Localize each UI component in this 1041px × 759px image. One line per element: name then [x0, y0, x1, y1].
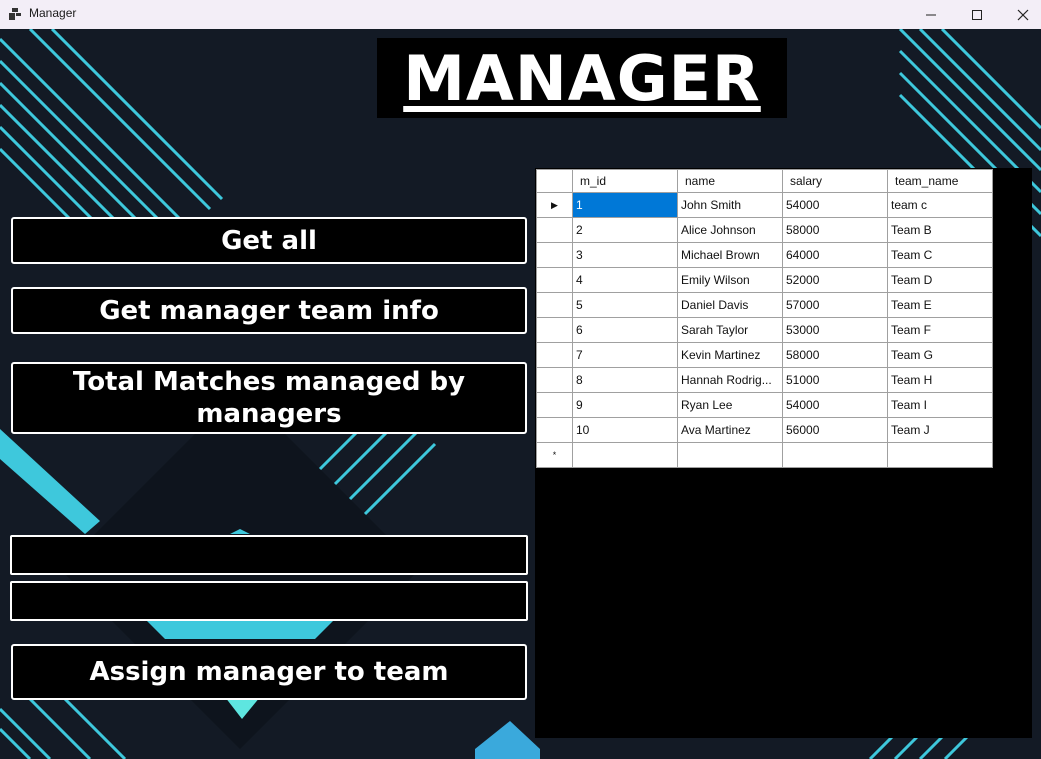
- grid-cell[interactable]: 58000: [782, 342, 888, 368]
- grid-cell[interactable]: 8: [572, 367, 678, 393]
- grid-cell[interactable]: 1: [572, 192, 678, 218]
- column-header-salary[interactable]: salary: [782, 169, 888, 193]
- title-bar: Manager: [0, 0, 1041, 29]
- maximize-icon: [972, 9, 982, 20]
- row-header[interactable]: [536, 342, 573, 368]
- grid-cell[interactable]: [572, 442, 678, 468]
- table-row[interactable]: 4 Emily Wilson 52000 Team D: [536, 267, 993, 293]
- grid-cell[interactable]: 3: [572, 242, 678, 268]
- row-header[interactable]: [536, 242, 573, 268]
- grid-cell[interactable]: 10: [572, 417, 678, 443]
- row-header[interactable]: [536, 392, 573, 418]
- manager-id-input[interactable]: [10, 535, 528, 575]
- table-row[interactable]: 5 Daniel Davis 57000 Team E: [536, 292, 993, 318]
- grid-cell[interactable]: Hannah Rodrig...: [677, 367, 783, 393]
- grid-cell[interactable]: 64000: [782, 242, 888, 268]
- grid-cell[interactable]: [677, 442, 783, 468]
- window-title: Manager: [29, 6, 77, 20]
- close-button[interactable]: [1000, 0, 1041, 29]
- grid-cell[interactable]: 53000: [782, 317, 888, 343]
- table-row[interactable]: ▶ 1 John Smith 54000 team c: [536, 192, 993, 218]
- grid-cell[interactable]: Team I: [887, 392, 993, 418]
- table-row[interactable]: 9 Ryan Lee 54000 Team I: [536, 392, 993, 418]
- grid-cell[interactable]: 5: [572, 292, 678, 318]
- grid-cell[interactable]: Team D: [887, 267, 993, 293]
- table-row[interactable]: 7 Kevin Martinez 58000 Team G: [536, 342, 993, 368]
- grid-cell[interactable]: Ryan Lee: [677, 392, 783, 418]
- grid-cell[interactable]: 51000: [782, 367, 888, 393]
- grid-cell[interactable]: 7: [572, 342, 678, 368]
- row-header[interactable]: [536, 267, 573, 293]
- grid-cell[interactable]: team c: [887, 192, 993, 218]
- grid-cell[interactable]: Sarah Taylor: [677, 317, 783, 343]
- grid-cell[interactable]: Team F: [887, 317, 993, 343]
- grid-corner-header[interactable]: [536, 169, 573, 193]
- new-row-marker-icon[interactable]: *: [536, 442, 573, 468]
- data-grid[interactable]: m_id name salary team_name ▶ 1 John Smit…: [535, 168, 1032, 738]
- grid-cell[interactable]: [782, 442, 888, 468]
- grid-cell[interactable]: Team H: [887, 367, 993, 393]
- grid-cell[interactable]: 9: [572, 392, 678, 418]
- grid-cell[interactable]: 54000: [782, 392, 888, 418]
- grid-cell[interactable]: 2: [572, 217, 678, 243]
- table-row[interactable]: 3 Michael Brown 64000 Team C: [536, 242, 993, 268]
- current-row-indicator-icon[interactable]: ▶: [536, 192, 573, 218]
- total-matches-button[interactable]: Total Matches managed by managers: [11, 362, 527, 434]
- table-row[interactable]: 6 Sarah Taylor 53000 Team F: [536, 317, 993, 343]
- grid-cell[interactable]: Team J: [887, 417, 993, 443]
- grid-cell[interactable]: 57000: [782, 292, 888, 318]
- get-manager-team-info-button[interactable]: Get manager team info: [11, 287, 527, 334]
- close-icon: [1017, 9, 1029, 20]
- assign-manager-button[interactable]: Assign manager to team: [11, 644, 527, 700]
- grid-cell[interactable]: 4: [572, 267, 678, 293]
- grid-cell[interactable]: Team G: [887, 342, 993, 368]
- team-name-input[interactable]: [10, 581, 528, 621]
- grid-cell[interactable]: Team C: [887, 242, 993, 268]
- table-row[interactable]: 2 Alice Johnson 58000 Team B: [536, 217, 993, 243]
- grid-cell[interactable]: 54000: [782, 192, 888, 218]
- grid-cell[interactable]: Emily Wilson: [677, 267, 783, 293]
- page-title: MANAGER: [403, 41, 761, 115]
- grid-cell[interactable]: 58000: [782, 217, 888, 243]
- grid-cell[interactable]: Kevin Martinez: [677, 342, 783, 368]
- table-row[interactable]: 10 Ava Martinez 56000 Team J: [536, 417, 993, 443]
- grid-cell[interactable]: 52000: [782, 267, 888, 293]
- column-header-team-name[interactable]: team_name: [887, 169, 993, 193]
- table-row[interactable]: 8 Hannah Rodrig... 51000 Team H: [536, 367, 993, 393]
- grid-cell[interactable]: John Smith: [677, 192, 783, 218]
- minimize-button[interactable]: [908, 0, 954, 29]
- row-header[interactable]: [536, 367, 573, 393]
- maximize-button[interactable]: [954, 0, 1000, 29]
- row-header[interactable]: [536, 217, 573, 243]
- grid-cell[interactable]: Ava Martinez: [677, 417, 783, 443]
- main-area: MANAGER Get all Get manager team info To…: [0, 29, 1041, 759]
- grid-cell[interactable]: Daniel Davis: [677, 292, 783, 318]
- app-icon: [9, 8, 21, 20]
- row-header[interactable]: [536, 292, 573, 318]
- grid-cell[interactable]: Team B: [887, 217, 993, 243]
- grid-cell[interactable]: Michael Brown: [677, 242, 783, 268]
- grid-cell[interactable]: 56000: [782, 417, 888, 443]
- row-header[interactable]: [536, 417, 573, 443]
- page-title-box: MANAGER: [377, 38, 787, 118]
- grid-cell[interactable]: Team E: [887, 292, 993, 318]
- grid-header-row: m_id name salary team_name: [536, 169, 993, 193]
- grid-cell[interactable]: Alice Johnson: [677, 217, 783, 243]
- grid-cell[interactable]: [887, 442, 993, 468]
- column-header-m-id[interactable]: m_id: [572, 169, 678, 193]
- minimize-icon: [926, 14, 936, 15]
- row-header[interactable]: [536, 317, 573, 343]
- grid-cell[interactable]: 6: [572, 317, 678, 343]
- get-all-button[interactable]: Get all: [11, 217, 527, 264]
- data-grid-table: m_id name salary team_name ▶ 1 John Smit…: [536, 169, 993, 468]
- column-header-name[interactable]: name: [677, 169, 783, 193]
- new-row[interactable]: *: [536, 442, 993, 468]
